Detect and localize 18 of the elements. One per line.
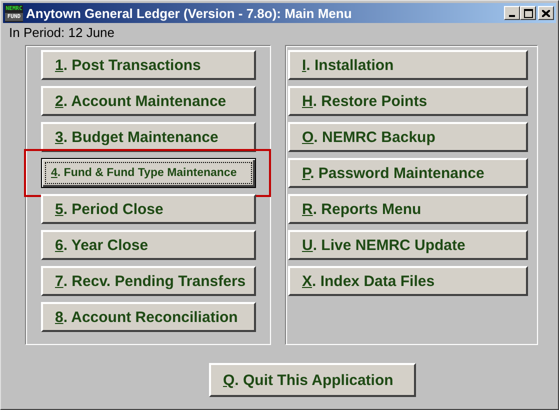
menu-button[interactable]: 2. Account Maintenance (41, 86, 256, 116)
menu-button[interactable]: H. Restore Points (288, 86, 528, 116)
menu-button[interactable]: R. Reports Menu (288, 194, 528, 224)
menu-button[interactable]: P. Password Maintenance (288, 158, 528, 188)
menu-button[interactable]: 4. Fund & Fund Type Maintenance (41, 158, 256, 188)
menu-button[interactable]: 6. Year Close (41, 230, 256, 260)
menu-button[interactable]: 1. Post Transactions (41, 50, 256, 80)
menu-button[interactable]: O. NEMRC Backup (288, 122, 528, 152)
menu-button[interactable]: 5. Period Close (41, 194, 256, 224)
menu-button[interactable]: Q. Quit This Application (209, 363, 416, 397)
period-label: In Period: 12 June (9, 25, 116, 42)
menu-button[interactable]: 7. Recv. Pending Transfers (41, 266, 256, 296)
menu-button[interactable]: 8. Account Reconciliation (41, 302, 256, 332)
menu-button[interactable]: 3. Budget Maintenance (41, 122, 256, 152)
menu-button[interactable]: X. Index Data Files (288, 266, 528, 296)
window-title: Anytown General Ledger (Version - 7.8o): Main Menu (26, 6, 353, 20)
menu-button[interactable]: I. Installation (288, 50, 528, 80)
menu-button[interactable]: U. Live NEMRC Update (288, 230, 528, 260)
